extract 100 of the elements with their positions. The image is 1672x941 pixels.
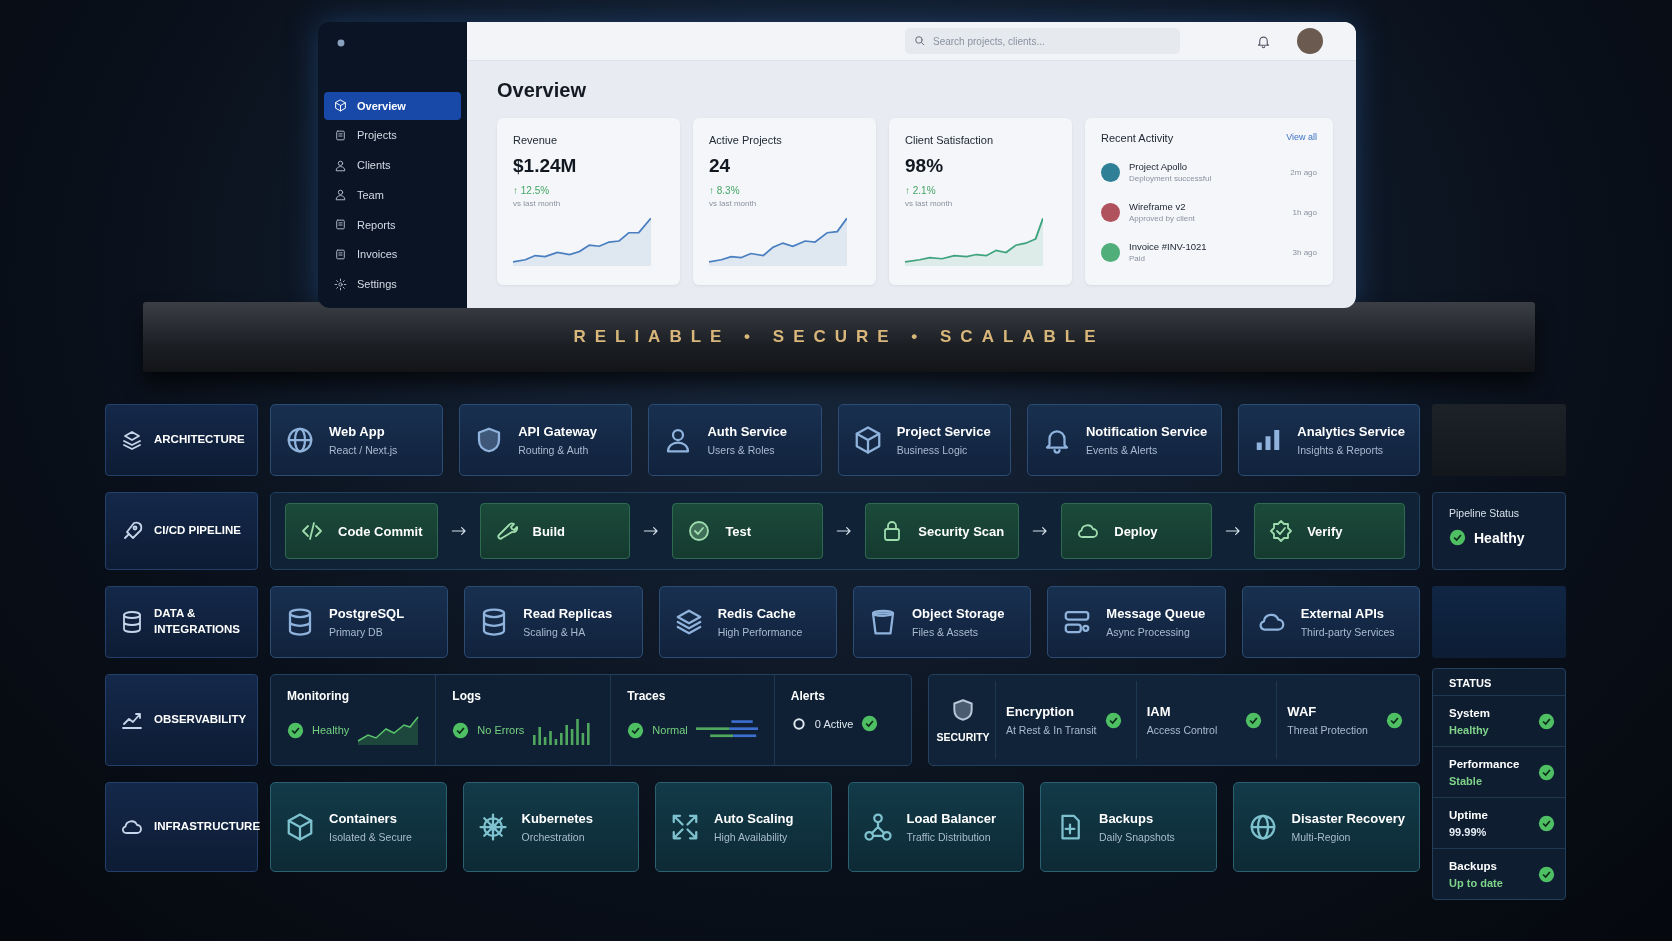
service-title: Object Storage	[912, 606, 1005, 621]
check-icon	[1245, 711, 1263, 729]
user-icon	[334, 188, 347, 202]
helm-icon	[477, 812, 508, 842]
layer-title: OBSERVABILITY	[154, 712, 247, 728]
metric-status: Healthy	[312, 724, 350, 736]
service-title: Web App	[329, 424, 386, 439]
step-title: Test	[725, 523, 752, 539]
service-title: Notification Service	[1085, 424, 1208, 439]
document-icon	[334, 128, 347, 142]
stat-change: ↑ 12.5%	[513, 185, 551, 196]
stat-change: ↑ 8.3%	[709, 185, 741, 196]
service-subtitle: Insights & Reports	[1297, 444, 1385, 456]
search-field[interactable]: Search projects, clients...	[905, 28, 1180, 54]
status-label: Performance	[1449, 757, 1520, 770]
service-title: Redis Cache	[717, 606, 797, 621]
security-title: WAF	[1287, 704, 1318, 719]
service-subtitle: Async Processing	[1106, 626, 1191, 638]
security-title: Encryption	[1006, 704, 1075, 719]
layer-title: INFRASTRUCTURE	[154, 819, 261, 835]
stat-value: $1.24M	[513, 155, 578, 177]
sidebar-item[interactable]: Invoices	[324, 240, 461, 269]
card-title: Recent Activity	[1101, 132, 1174, 144]
sidebar-item[interactable]: Reports	[324, 210, 461, 239]
stat-value: 24	[709, 155, 732, 177]
activity-subtitle: Paid	[1129, 254, 1146, 263]
status-value: Up to date	[1449, 876, 1503, 889]
page-title: Overview	[497, 79, 587, 102]
service-subtitle: Scaling & HA	[523, 626, 587, 638]
check-icon	[1538, 865, 1555, 883]
sidebar-item[interactable]: Clients	[324, 151, 461, 180]
service-title: Auto Scaling	[714, 811, 794, 826]
service-title: Disaster Recovery	[1291, 811, 1405, 826]
activity-title: Wireframe v2	[1129, 201, 1187, 212]
metric-title: Monitoring	[287, 689, 350, 703]
status-label: Backups	[1449, 859, 1498, 872]
step-title: Build	[532, 523, 565, 539]
sidebar-item[interactable]: Overview	[324, 91, 461, 120]
sidebar-item[interactable]: Projects	[324, 121, 461, 150]
service-subtitle: Third-party Services	[1300, 626, 1395, 638]
service-subtitle: Business Logic	[896, 444, 969, 456]
metric-title: Alerts	[790, 689, 826, 703]
stat-value: 98%	[905, 155, 945, 177]
service-subtitle: Users & Roles	[707, 444, 776, 456]
layer-title: CI/CD PIPELINE	[154, 523, 241, 539]
service-title: External APIs	[1300, 606, 1385, 621]
security-subtitle: At Rest & In Transit	[1006, 724, 1097, 736]
badge-check-icon	[1269, 519, 1294, 543]
shield-icon	[950, 697, 976, 723]
layer-title: ARCHITECTURE	[154, 432, 245, 448]
service-title: Load Balancer	[906, 811, 997, 826]
service-title: API Gateway	[518, 424, 597, 439]
service-subtitle: Events & Alerts	[1085, 444, 1159, 456]
service-title: Auth Service	[707, 424, 787, 439]
check-icon	[1386, 711, 1403, 729]
service-title: PostgreSQL	[329, 606, 405, 621]
stat-note: vs last month	[905, 199, 954, 208]
security-title: IAM	[1146, 704, 1172, 719]
service-subtitle: High Availability	[714, 831, 789, 843]
pipeline-status-title: Pipeline Status	[1449, 507, 1521, 519]
stat-label: Active Projects	[709, 134, 783, 146]
service-subtitle: Primary DB	[329, 626, 384, 638]
service-title: Analytics Service	[1297, 424, 1405, 439]
service-subtitle: Files & Assets	[912, 626, 979, 638]
activity-time: 1h ago	[1292, 207, 1317, 217]
stat-note: vs last month	[709, 199, 758, 208]
service-subtitle: Routing & Auth	[518, 444, 590, 456]
service-subtitle: Multi-Region	[1291, 831, 1352, 843]
check-icon	[861, 715, 879, 732]
sidebar-item[interactable]: Team	[324, 181, 461, 209]
check-icon	[627, 721, 645, 739]
user-icon	[334, 158, 347, 172]
step-title: Deploy	[1114, 523, 1158, 539]
check-icon	[1538, 712, 1555, 730]
security-subtitle: Threat Protection	[1287, 724, 1368, 736]
service-title: Kubernetes	[521, 811, 594, 826]
stack-icon	[120, 428, 144, 452]
check-icon	[452, 721, 470, 739]
view-all-link[interactable]: View all	[1286, 132, 1317, 144]
security-label: SECURITY	[936, 731, 990, 743]
avatar[interactable]	[1297, 28, 1323, 54]
metric-status: No Errors	[477, 724, 525, 736]
document-icon	[334, 247, 347, 261]
metric-status: Normal	[652, 724, 688, 736]
pipeline-status-value: Healthy	[1474, 529, 1525, 546]
status-value: Stable	[1449, 774, 1483, 787]
service-subtitle: Orchestration	[521, 831, 586, 843]
service-subtitle: High Performance	[717, 626, 803, 638]
check-icon	[287, 721, 304, 739]
ring-icon	[790, 715, 807, 732]
tagline: RELIABLE • SECURE • SCALABLE	[573, 327, 1105, 347]
service-title: Project Service	[896, 424, 991, 439]
status-value: 99.99%	[1449, 825, 1488, 838]
layer-title: DATA & INTEGRATIONS	[154, 606, 242, 637]
status-value: Healthy	[1449, 723, 1490, 736]
security-subtitle: Access Control	[1146, 724, 1218, 736]
metric-title: Logs	[452, 689, 482, 703]
sidebar-item[interactable]: Settings	[324, 270, 461, 298]
service-subtitle: React / Next.js	[329, 444, 398, 456]
check-icon	[1104, 711, 1122, 729]
